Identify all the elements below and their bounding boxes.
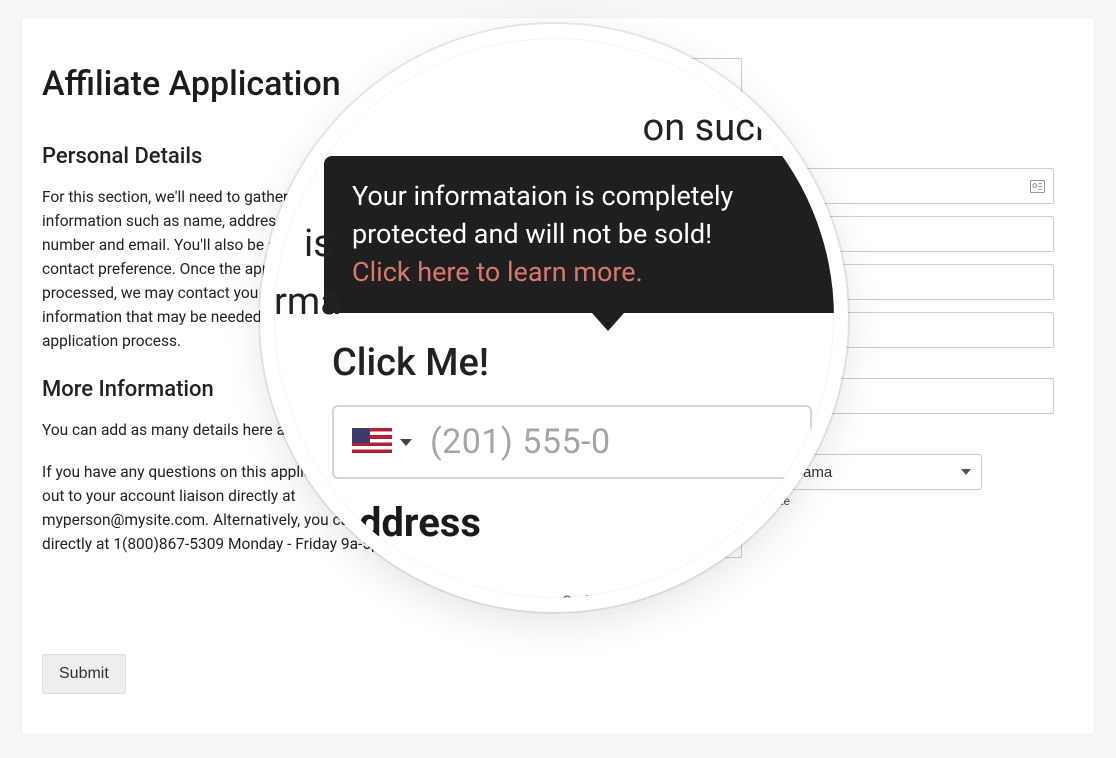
info-tooltip: Your informataion is completely protecte… xyxy=(324,156,844,313)
caret-down-icon xyxy=(400,439,412,446)
country-flag-selector[interactable] xyxy=(334,407,430,477)
us-flag-icon xyxy=(352,428,392,456)
magnifier-lens: on such Your informataion is completely … xyxy=(260,24,848,612)
code-label-fragment: Code xyxy=(562,592,597,610)
phone-input-magnified[interactable]: (201) 555-0 xyxy=(332,405,812,479)
mag-text-fragment-2: is xyxy=(304,222,333,266)
address-heading-magnified: Address xyxy=(332,499,776,546)
tooltip-text: Your informataion is completely protecte… xyxy=(352,180,733,250)
mag-text-fragment-1: on such xyxy=(332,106,776,150)
phone-placeholder: (201) 555-0 xyxy=(430,422,611,462)
tooltip-learn-more-link[interactable]: Click here to learn more. xyxy=(352,256,643,288)
contact-card-icon xyxy=(1030,178,1044,190)
submit-button[interactable]: Submit xyxy=(42,654,126,694)
click-me-label[interactable]: Click Me! xyxy=(332,341,776,385)
mag-text-fragment-3: rma xyxy=(274,280,341,324)
magnifier-content: on such Your informataion is completely … xyxy=(274,38,834,598)
